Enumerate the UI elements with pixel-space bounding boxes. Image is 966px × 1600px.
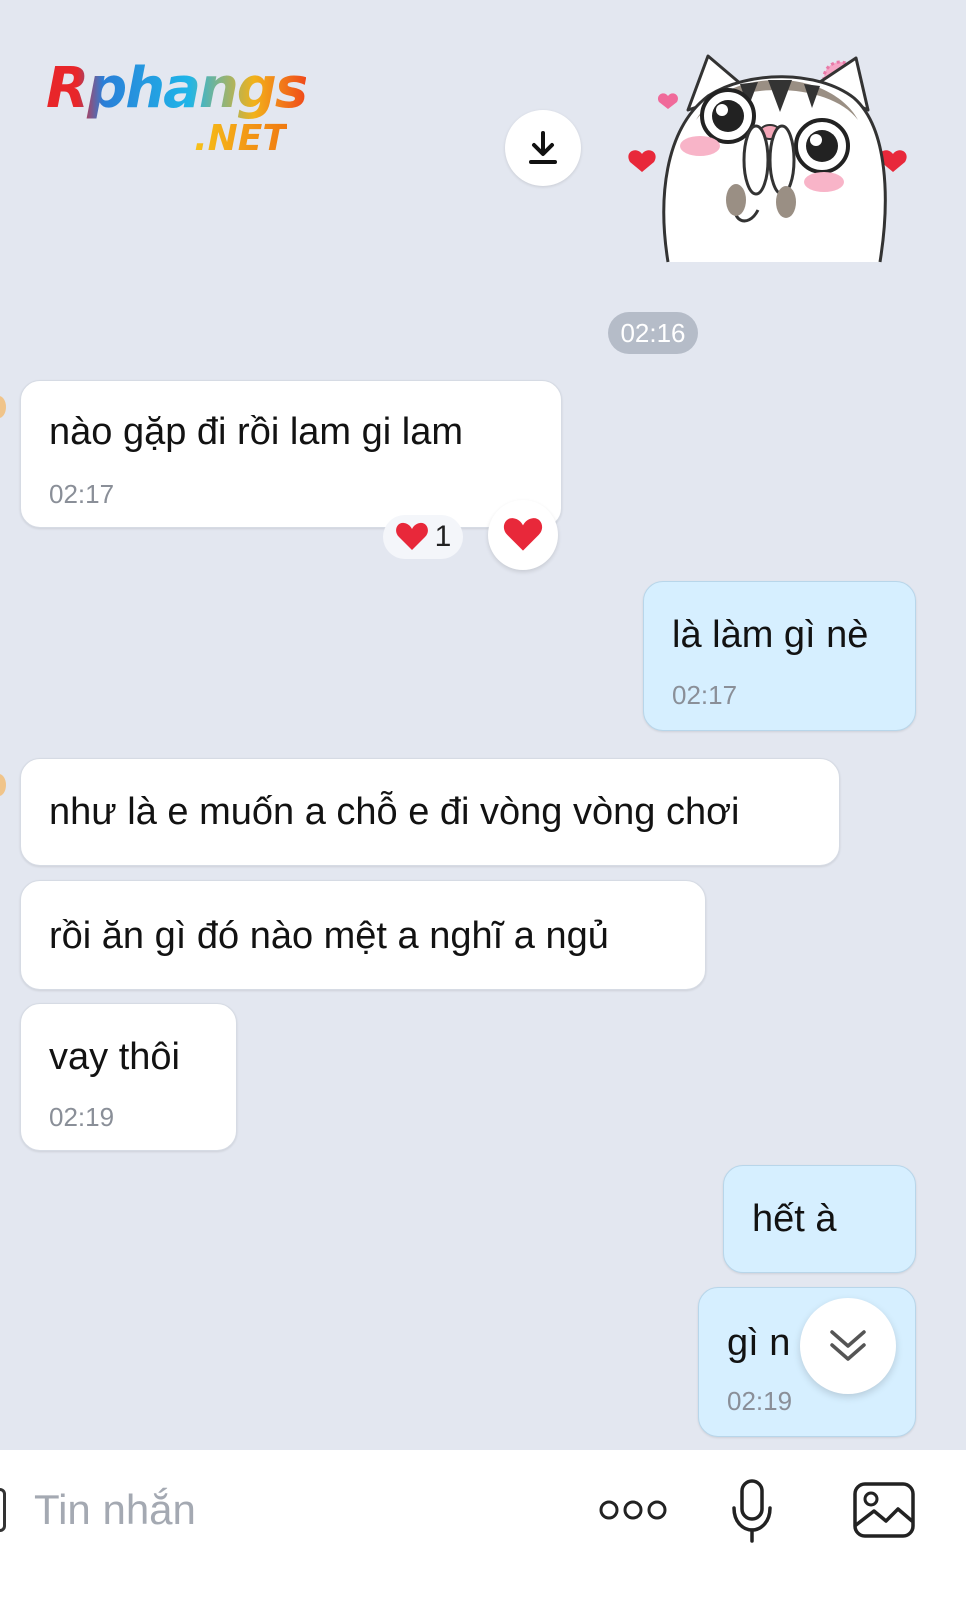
message-bubble-incoming[interactable]: nào gặp đi rồi lam gi lam 02:17 [20, 380, 562, 528]
message-text: rồi ăn gì đó nào mệt a nghĩ a ngủ [49, 915, 609, 957]
message-text: hết à [752, 1198, 837, 1240]
message-input[interactable]: Tin nhắn [34, 1480, 474, 1540]
react-heart-button[interactable] [488, 500, 558, 570]
message-text: gì n [727, 1322, 791, 1364]
reaction-count: 1 [434, 520, 452, 553]
sticker-icon[interactable] [0, 1488, 6, 1532]
image-icon [853, 1482, 915, 1538]
double-chevron-down-icon [830, 1330, 866, 1361]
microphone-icon [732, 1479, 772, 1543]
download-icon [529, 131, 557, 164]
cat-sticker[interactable] [618, 50, 918, 270]
watermark-sub-text: .NET [194, 118, 287, 159]
message-bubble-incoming[interactable]: vay thôi 02:19 [20, 1003, 237, 1151]
message-time: 02:19 [727, 1386, 793, 1416]
avatar[interactable] [0, 396, 6, 418]
message-bubble-incoming[interactable]: rồi ăn gì đó nào mệt a nghĩ a ngủ [20, 880, 706, 990]
watermark-main-text: Rphangs [46, 56, 308, 121]
more-icon [599, 1500, 667, 1520]
heart-icon [657, 93, 679, 109]
message-time: 02:17 [672, 680, 738, 710]
send-image-button[interactable] [850, 1478, 918, 1542]
avatar[interactable] [0, 774, 6, 796]
watermark-logo: Rphangs .NET [46, 56, 346, 166]
message-time: 02:17 [49, 479, 115, 509]
scroll-to-bottom-button[interactable] [800, 1298, 896, 1394]
message-time: 02:19 [49, 1102, 115, 1132]
heart-icon [395, 522, 428, 550]
reaction-count-badge[interactable]: 1 [383, 515, 463, 559]
message-text: nào gặp đi rồi lam gi lam [49, 411, 463, 453]
time-separator: 02:16 [608, 312, 698, 354]
message-bubble-outgoing[interactable]: là làm gì nè 02:17 [643, 581, 916, 731]
heart-icon [503, 518, 543, 551]
message-text: là làm gì nè [672, 614, 869, 656]
download-sticker-button[interactable] [505, 110, 581, 186]
heart-icon [628, 150, 656, 172]
message-bubble-incoming[interactable]: như là e muốn a chỗ e đi vòng vòng chơi [20, 758, 840, 866]
voice-message-button[interactable] [722, 1476, 782, 1546]
message-text: vay thôi [49, 1036, 180, 1078]
message-bubble-outgoing[interactable]: hết à [723, 1165, 916, 1273]
more-options-button[interactable] [596, 1488, 670, 1532]
message-text: như là e muốn a chỗ e đi vòng vòng chơi [49, 791, 740, 833]
